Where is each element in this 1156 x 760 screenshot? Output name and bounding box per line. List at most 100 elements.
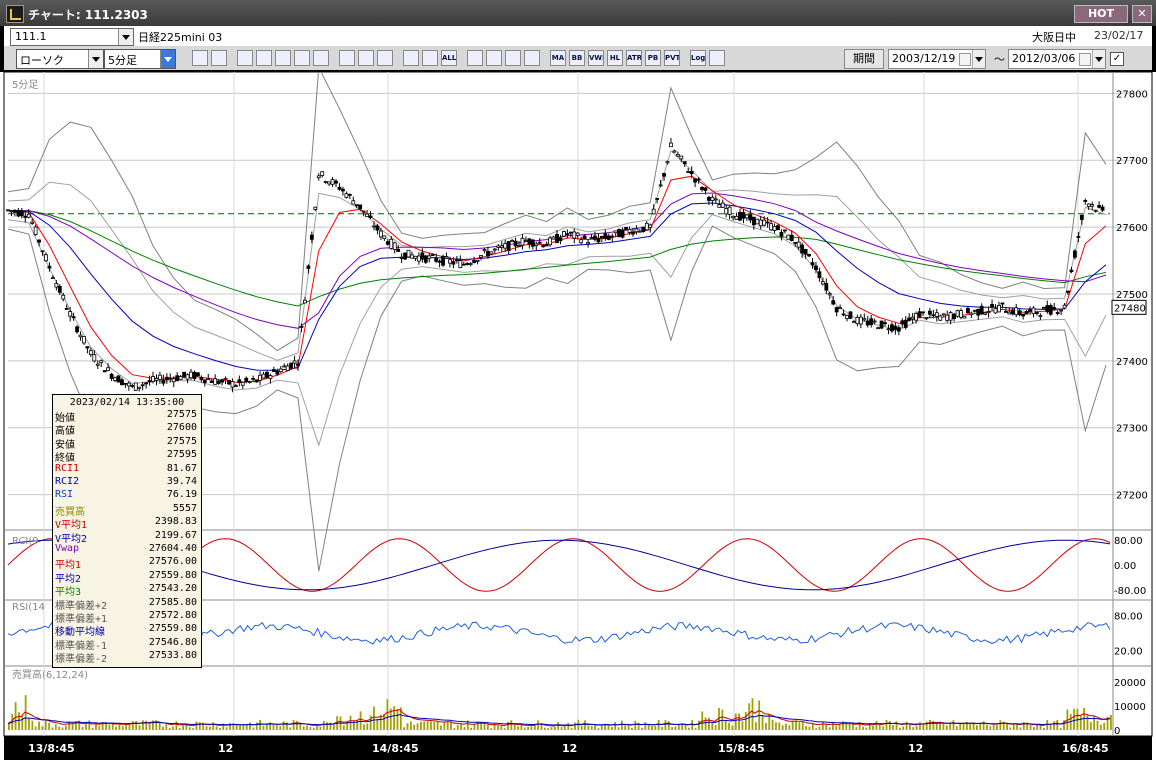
volume-bar [862, 726, 864, 730]
candle-body [175, 375, 180, 381]
volume-bar [265, 723, 268, 730]
volume-bar [426, 721, 429, 730]
image-icon[interactable] [275, 50, 291, 66]
chart-type-select[interactable]: ローソク [16, 49, 104, 69]
volume-bar [486, 724, 489, 730]
volume-bar [115, 726, 117, 730]
volume-bar [1099, 724, 1102, 730]
candle-body [92, 354, 97, 362]
vwap-icon[interactable]: VWP [588, 50, 604, 66]
hot-button[interactable]: HOT [1074, 5, 1128, 23]
candle-body [717, 204, 722, 208]
log-icon[interactable]: Log [690, 50, 706, 66]
volume-bar [450, 721, 452, 730]
volume-bar [409, 721, 412, 730]
volume-bar [1079, 715, 1082, 730]
candle-body [603, 233, 608, 239]
mark-icon[interactable] [237, 50, 253, 66]
tools-icon[interactable] [486, 50, 502, 66]
tooltip-row: 平均1 27576.00 [55, 556, 199, 571]
zoom-icon[interactable] [192, 50, 208, 66]
chevron-down-icon[interactable] [88, 50, 103, 68]
candle-body [441, 255, 445, 266]
date-to-input[interactable]: 2012/03/06 [1008, 49, 1106, 69]
all-icon[interactable]: ALL [441, 50, 457, 66]
indicator-icon[interactable] [524, 50, 540, 66]
close-button[interactable]: ✕ [1132, 5, 1152, 23]
color-icon[interactable] [505, 50, 521, 66]
candle [406, 249, 411, 258]
search-icon[interactable] [256, 50, 272, 66]
gear-icon[interactable] [467, 50, 483, 66]
hl-icon[interactable]: HL [607, 50, 623, 66]
calendar-icon[interactable] [1079, 53, 1091, 66]
bar-icon[interactable] [403, 50, 419, 66]
info-icon[interactable] [313, 50, 329, 66]
candle-body [420, 252, 425, 260]
candle-body [734, 215, 739, 220]
candle-body [368, 215, 373, 219]
code-select[interactable]: 111.1 [10, 28, 134, 46]
volume-bar [644, 722, 647, 730]
volume-bar [989, 726, 992, 730]
period-button[interactable]: 期間 [844, 49, 884, 69]
chevron-down-icon[interactable] [160, 50, 175, 68]
export-icon[interactable] [709, 50, 725, 66]
pbr-icon[interactable]: PB [645, 50, 661, 66]
undo-icon[interactable] [377, 50, 393, 66]
volume-bar [818, 726, 821, 730]
interval-select[interactable]: 5分足 [104, 49, 176, 69]
chevron-down-icon[interactable] [972, 50, 985, 68]
volume-bar [31, 720, 34, 730]
candle-body [786, 234, 791, 240]
candle-body [669, 142, 673, 148]
candle-body [665, 161, 670, 164]
candle-body [903, 319, 908, 328]
calendar-icon[interactable] [959, 53, 971, 66]
ma-icon[interactable]: MA [550, 50, 566, 66]
bar2-icon[interactable] [422, 50, 438, 66]
candle-body [347, 193, 352, 196]
volume-bar [574, 722, 576, 730]
cursor-icon[interactable] [358, 50, 374, 66]
volume-bar [661, 726, 663, 730]
candle-body [399, 256, 404, 259]
tooltip-label: 標準偏差-2 [55, 654, 108, 666]
volume-bar [322, 721, 325, 730]
volume-bar [299, 723, 302, 730]
apply-checkbox[interactable]: ✓ [1110, 52, 1124, 66]
crosshair-icon[interactable] [211, 50, 227, 66]
candle-body [727, 206, 732, 215]
main-panel-label: 5分足 [12, 79, 38, 91]
atr-icon[interactable]: ATR [626, 50, 642, 66]
candle-body [675, 153, 680, 157]
chevron-down-icon[interactable] [1092, 50, 1105, 68]
candle-body [137, 386, 142, 389]
candle-body [113, 377, 117, 381]
candle-body [945, 314, 950, 321]
compare-icon[interactable] [294, 50, 310, 66]
candle-body [323, 181, 328, 183]
chevron-down-icon[interactable] [118, 29, 133, 45]
tooltip-row: Vwap 27604.40 [55, 543, 199, 556]
candle-body [827, 293, 832, 296]
candle-body [361, 210, 366, 213]
candle-body [268, 375, 273, 379]
candle-body [610, 235, 615, 238]
candle-body [423, 255, 428, 263]
pvt-icon[interactable]: PVT [664, 50, 680, 66]
candle-body [133, 382, 138, 391]
pen-icon[interactable] [339, 50, 355, 66]
volume-bar [801, 721, 804, 730]
date-from-input[interactable]: 2003/12/19 [888, 49, 986, 69]
volume-bar [882, 726, 885, 730]
volume-bar [617, 727, 620, 730]
volume-bar [208, 726, 211, 730]
bb-icon[interactable]: BB [569, 50, 585, 66]
candle-body [693, 178, 698, 183]
candle-body [845, 315, 849, 319]
candle-body [199, 377, 204, 381]
candle-body [213, 378, 218, 385]
volume-bar [952, 720, 955, 730]
volume-bar [440, 725, 442, 730]
